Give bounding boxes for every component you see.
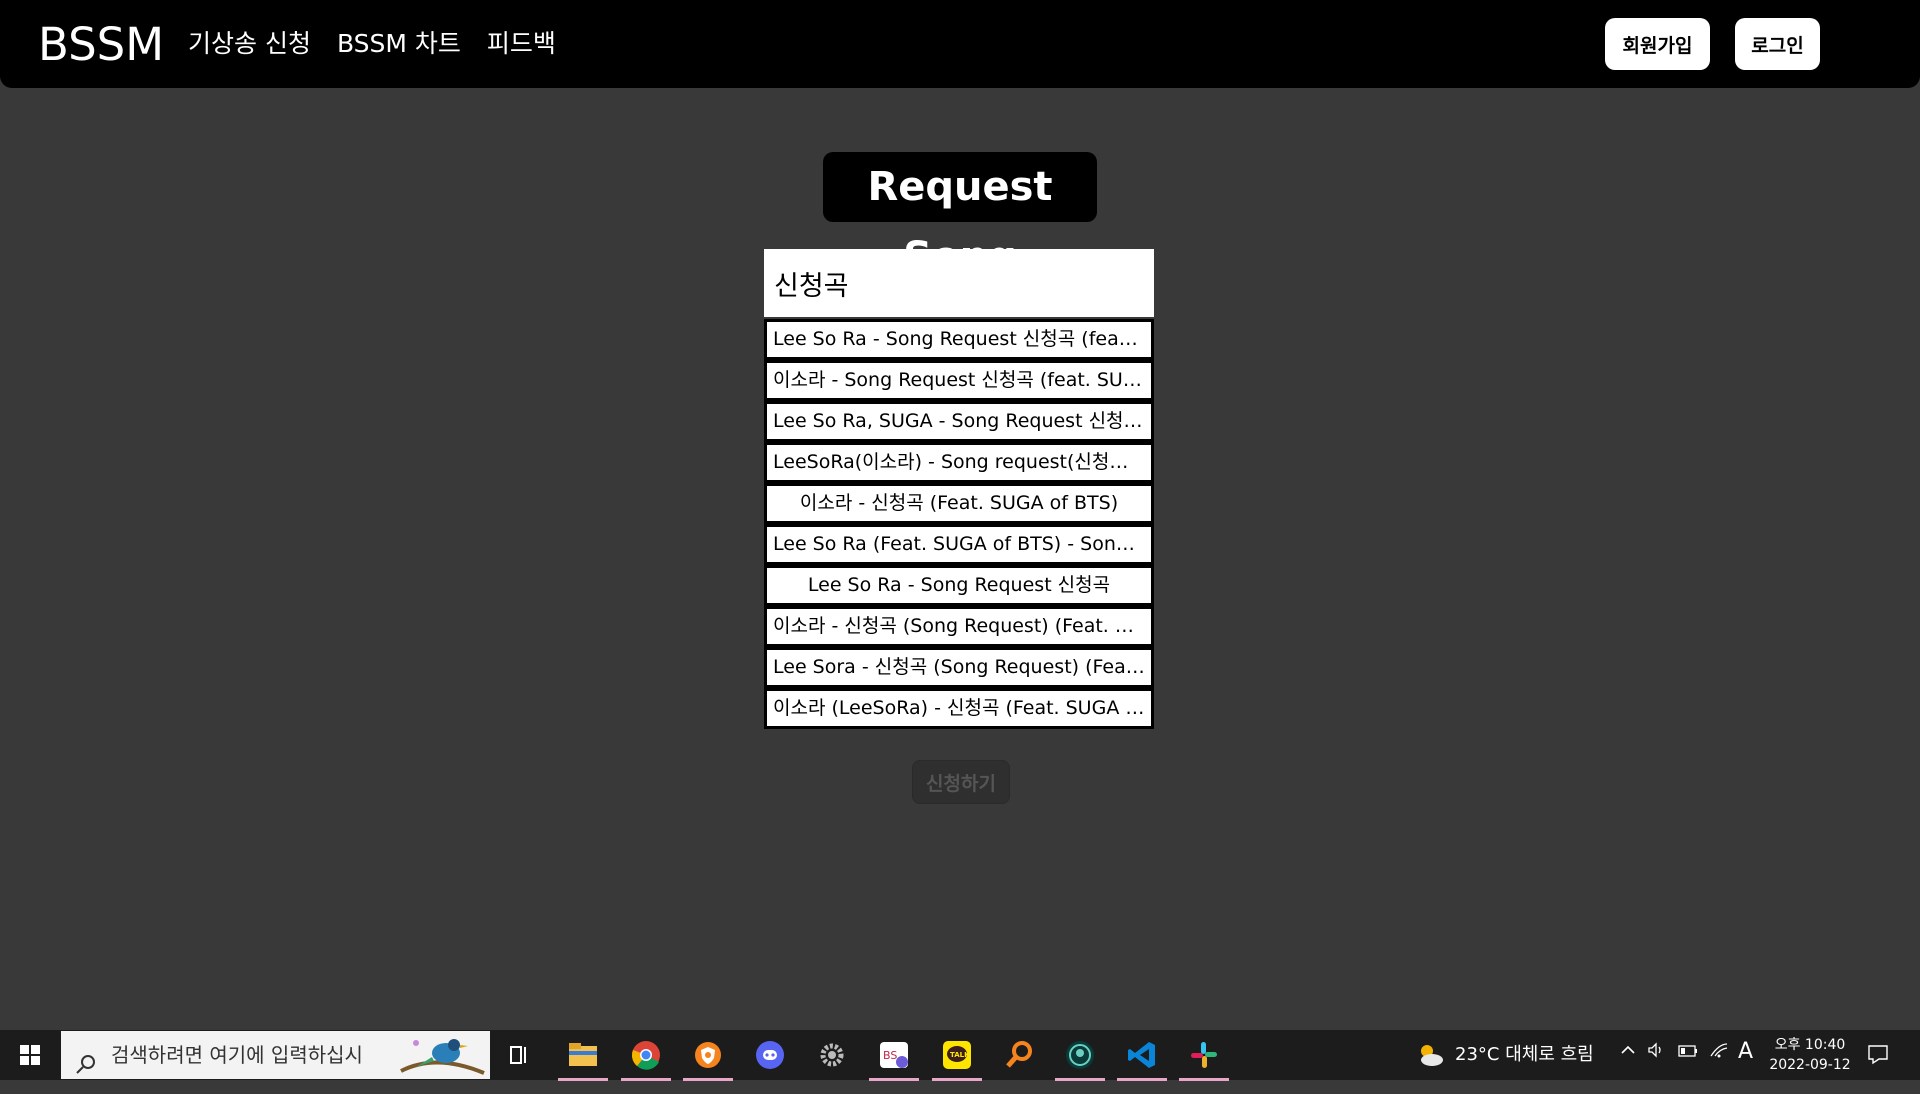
suggestion-item[interactable]: 이소라 (LeeSoRa) - 신청곡 (Feat. SUGA of BTS)	[764, 688, 1154, 729]
song-search-input[interactable]	[764, 249, 1154, 317]
login-button[interactable]: 로그인	[1735, 18, 1820, 70]
taskbar: 검색하려면 여기에 입력하십시 BS TALK 23°C 대체로 흐림 A 오후…	[0, 1030, 1920, 1081]
main-nav: 기상송 신청 BSSM 차트 피드백	[188, 26, 556, 62]
taskbar-clock[interactable]: 오후 10:40 2022-09-12	[1765, 1035, 1855, 1075]
ime-indicator[interactable]: A	[1738, 1039, 1753, 1064]
magnifier-app-icon[interactable]	[1002, 1038, 1036, 1072]
suggestion-item[interactable]: Lee So Ra - Song Request 신청곡	[764, 565, 1154, 606]
suggestion-item[interactable]: LeeSoRa(이소라) - Song request(신청곡)(Feat. S…	[764, 442, 1154, 483]
weather-widget[interactable]: 23°C 대체로 흐림	[1415, 1040, 1594, 1070]
wifi-icon[interactable]	[1709, 1042, 1729, 1063]
chevron-up-icon[interactable]	[1620, 1042, 1636, 1063]
taskbar-search-placeholder: 검색하려면 여기에 입력하십시	[111, 1043, 363, 1067]
discord-icon[interactable]	[753, 1038, 787, 1072]
cloudy-weather-icon	[1421, 1045, 1443, 1066]
taskbar-search-box[interactable]: 검색하려면 여기에 입력하십시	[61, 1031, 490, 1079]
battery-icon[interactable]	[1678, 1042, 1698, 1063]
bssm-app-icon[interactable]: BS	[869, 1038, 919, 1081]
task-view-icon[interactable]	[502, 1038, 536, 1072]
suggestion-item[interactable]: Lee Sora - 신청곡 (Song Request) (Feat. SUG…	[764, 647, 1154, 688]
kakaotalk-icon[interactable]: TALK	[932, 1038, 982, 1081]
top-header: BSSM 기상송 신청 BSSM 차트 피드백 회원가입 로그인	[0, 0, 1920, 88]
vscode-icon[interactable]	[1117, 1038, 1167, 1081]
suggestion-item[interactable]: 이소라 - 신청곡 (Song Request) (Feat. SUGA)	[764, 606, 1154, 647]
search-icon	[75, 1044, 97, 1092]
nav-bssm-chart[interactable]: BSSM 차트	[337, 26, 461, 62]
clock-time: 오후 10:40	[1774, 1037, 1846, 1053]
page-title: Request Song	[823, 152, 1097, 280]
volume-icon[interactable]	[1647, 1042, 1665, 1063]
submit-request-button[interactable]: 신청하기	[912, 760, 1010, 804]
notification-icon[interactable]	[1867, 1043, 1889, 1069]
suggestion-list: Lee So Ra - Song Request 신청곡 (feat. SUGA…	[764, 319, 1154, 729]
gitkraken-icon[interactable]	[1055, 1038, 1105, 1081]
chrome-icon[interactable]	[621, 1038, 671, 1081]
suggestion-item[interactable]: Lee So Ra, SUGA - Song Request 신청곡 (Lyri…	[764, 401, 1154, 442]
svg-text:TALK: TALK	[950, 1051, 970, 1059]
bird-illustration-icon	[396, 1033, 486, 1094]
vpn-shield-icon[interactable]	[683, 1038, 733, 1081]
logo[interactable]: BSSM	[38, 20, 164, 70]
clock-date: 2022-09-12	[1769, 1057, 1851, 1073]
nav-morning-song-request[interactable]: 기상송 신청	[188, 26, 311, 62]
file-explorer-icon[interactable]	[558, 1038, 608, 1081]
nav-feedback[interactable]: 피드백	[487, 26, 556, 62]
suggestion-item[interactable]: 이소라 - Song Request 신청곡 (feat. SUGA of BT…	[764, 360, 1154, 401]
settings-gear-icon[interactable]	[815, 1038, 849, 1072]
slack-icon[interactable]	[1179, 1038, 1229, 1081]
suggestion-item[interactable]: Lee So Ra - Song Request 신청곡 (feat. SUGA…	[764, 319, 1154, 360]
svg-text:BS: BS	[883, 1049, 897, 1062]
weather-text: 23°C 대체로 흐림	[1455, 1044, 1594, 1065]
windows-start-icon[interactable]	[0, 1030, 60, 1080]
suggestion-item[interactable]: Lee So Ra (Feat. SUGA of BTS) - Song Req…	[764, 524, 1154, 565]
signup-button[interactable]: 회원가입	[1605, 18, 1710, 70]
suggestion-item[interactable]: 이소라 - 신청곡 (Feat. SUGA of BTS)	[764, 483, 1154, 524]
